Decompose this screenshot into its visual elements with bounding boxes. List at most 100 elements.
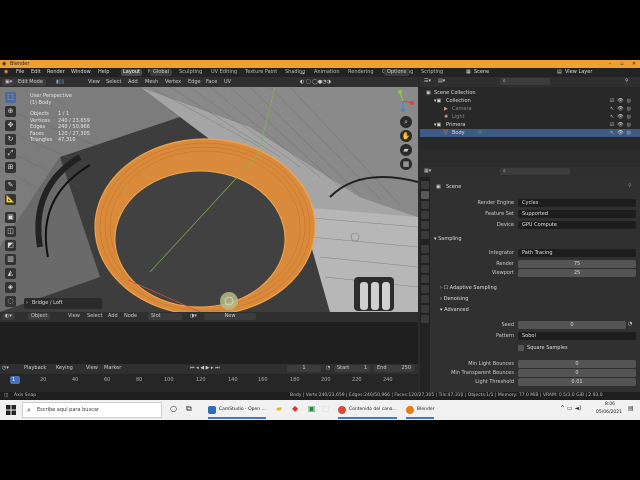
tab-layout[interactable]: Layout	[121, 69, 142, 76]
axis-gizmo[interactable]	[392, 90, 414, 112]
system-tray-icons[interactable]: ^ ▭ ◄)	[560, 405, 581, 412]
render-samples-field[interactable]: 75	[518, 260, 636, 268]
tab-rendering[interactable]: Rendering	[346, 69, 376, 76]
editor-type-icon[interactable]: ▣▾	[2, 79, 16, 86]
grid-view-icon[interactable]: ▦	[400, 158, 412, 170]
properties-search-icon[interactable]: ⌕	[500, 168, 570, 175]
outliner-row[interactable]: ✺ Light ↖👁◎	[420, 113, 640, 121]
close-icon[interactable]: ✕	[628, 60, 640, 68]
material-icon[interactable]: ◑▾	[190, 313, 197, 320]
material-tab-icon[interactable]	[421, 305, 429, 313]
transform-orientation-icon[interactable]: ↔	[300, 71, 304, 78]
editor-type-icon[interactable]: ☰▾	[424, 78, 431, 85]
slot-dropdown[interactable]: Slot	[148, 313, 182, 320]
maximize-icon[interactable]: ▫	[616, 60, 628, 68]
menu-select[interactable]: Select	[106, 79, 121, 86]
modifier-tab-icon[interactable]	[421, 255, 429, 263]
pattern-dropdown[interactable]: Sobol	[518, 332, 636, 340]
scene-tab-icon[interactable]	[421, 221, 429, 229]
menu-node[interactable]: Node	[124, 313, 137, 320]
select-mode-icons[interactable]: ▮▯▯	[56, 79, 64, 86]
clock-date[interactable]: 05/06/2021	[592, 410, 626, 415]
explorer-icon[interactable]: ▰	[276, 404, 282, 413]
outliner-row[interactable]: ▾▣ Primera ☑👁◎	[420, 121, 640, 129]
object-tab-icon[interactable]	[421, 245, 429, 253]
menu-add[interactable]: Add	[108, 313, 118, 320]
tab-modeling[interactable]: Modeling	[146, 69, 173, 76]
new-material-button[interactable]: New	[204, 313, 256, 320]
bevel-tool-icon[interactable]: ◩	[5, 240, 16, 251]
tab-sculpting[interactable]: Sculpting	[177, 69, 204, 76]
seed-field[interactable]: 0	[518, 321, 626, 329]
particles-tab-icon[interactable]	[421, 265, 429, 273]
menu-uv[interactable]: UV	[224, 79, 231, 86]
cursor-tool-icon[interactable]: ⊕	[5, 106, 16, 117]
menu-edge[interactable]: Edge	[188, 79, 201, 86]
notifications-icon[interactable]: ▤	[628, 405, 634, 412]
viewport-samples-field[interactable]: 25	[518, 269, 636, 277]
annotate-tool-icon[interactable]: ✎	[5, 180, 16, 191]
panel-expand-icon[interactable]: ›	[26, 298, 28, 309]
menu-mesh[interactable]: Mesh	[145, 79, 158, 86]
sampling-panel-header[interactable]: ▾ Sampling	[434, 236, 462, 242]
pin-icon[interactable]: ⚲	[628, 183, 632, 189]
task-view-icon[interactable]: ⧉	[186, 404, 192, 414]
menu-vertex[interactable]: Vertex	[165, 79, 181, 86]
menu-select[interactable]: Select	[87, 313, 102, 320]
measure-tool-icon[interactable]: 📐	[5, 194, 16, 205]
pan-hand-icon[interactable]: ✋	[400, 130, 412, 142]
blender-menu-icon[interactable]: ◉	[2, 69, 10, 76]
timeline-scrubber[interactable]: 1 20 40 60 80 100 120 140 160 180 200 22…	[0, 374, 418, 392]
editor-type-icon[interactable]: ▦▾	[424, 168, 431, 175]
output-tab-icon[interactable]	[421, 201, 429, 209]
excel-icon[interactable]: ▣	[308, 404, 316, 413]
transform-tool-icon[interactable]: ⊞	[5, 162, 16, 173]
shader-editor-canvas[interactable]	[0, 322, 418, 370]
poly-build-tool-icon[interactable]: ◈	[5, 282, 16, 293]
outliner-row[interactable]: ▾▣ Collection ☑👁◎	[420, 97, 640, 105]
menu-file[interactable]: File	[14, 69, 26, 76]
outliner-row-selected[interactable]: ▽ Body ▽ ↖👁◎	[420, 129, 640, 137]
visibility-icons[interactable]: ↖👁◎	[594, 129, 634, 137]
constraints-tab-icon[interactable]	[421, 285, 429, 293]
app-icon[interactable]: ▢	[322, 404, 330, 413]
integrator-dropdown[interactable]: Path Tracing	[518, 249, 636, 257]
windows-start-icon[interactable]	[6, 405, 16, 415]
min-transparent-bounces-field[interactable]: 0	[518, 369, 636, 377]
knife-tool-icon[interactable]: ◭	[5, 268, 16, 279]
data-tab-icon[interactable]	[421, 295, 429, 303]
advanced-panel[interactable]: ▾ Advanced	[440, 307, 469, 313]
mode-selector[interactable]: Edit Mode	[15, 79, 46, 86]
playback-controls-icon[interactable]: ⏮ ◂ ◀ ▶ ▸ ⏭	[190, 365, 220, 372]
device-dropdown[interactable]: GPU Compute	[518, 221, 636, 229]
menu-render[interactable]: Render	[45, 69, 67, 76]
texture-tab-icon[interactable]	[421, 315, 429, 323]
outliner-row[interactable]: ▣ Scene Collection	[420, 89, 640, 97]
editor-type-icon[interactable]: ◐▾	[2, 313, 15, 320]
taskbar-app-blender[interactable]: Blender	[406, 403, 435, 419]
taskbar-app-chrome[interactable]: Contenido del cana...	[338, 403, 397, 419]
spin-tool-icon[interactable]: ◌	[5, 296, 16, 307]
tool-tab-icon[interactable]	[421, 181, 429, 189]
media-icon[interactable]: ◆	[292, 404, 298, 413]
menu-marker[interactable]: Marker	[104, 365, 121, 372]
outliner-search-icon[interactable]: ⌕	[500, 78, 550, 85]
select-box-tool-icon[interactable]: ⬚	[5, 92, 16, 103]
physics-tab-icon[interactable]	[421, 275, 429, 283]
tab-uv-editing[interactable]: UV Editing	[209, 69, 239, 76]
menu-edit[interactable]: Edit	[29, 69, 43, 76]
visibility-icons[interactable]: ☑👁◎	[594, 121, 634, 129]
menu-help[interactable]: Help	[96, 69, 111, 76]
cortana-icon[interactable]: ○	[170, 404, 177, 413]
light-threshold-field[interactable]: 0.01	[518, 378, 636, 386]
tab-scripting[interactable]: Scripting	[419, 69, 445, 76]
tab-animation[interactable]: Animation	[312, 69, 342, 76]
feature-set-dropdown[interactable]: Supported	[518, 210, 636, 218]
zoom-icon[interactable]: ⌕	[400, 116, 412, 128]
menu-window[interactable]: Window	[69, 69, 93, 76]
start-frame-field[interactable]: Start 1	[334, 365, 370, 372]
visibility-icons[interactable]: ☑👁◎	[594, 97, 634, 105]
last-operator-panel[interactable]: › Bridge / Loft	[24, 298, 102, 309]
clock-time[interactable]: 8:06	[596, 402, 624, 407]
taskbar-search-box[interactable]: ⌕ Escribe aquí para buscar	[22, 402, 162, 418]
